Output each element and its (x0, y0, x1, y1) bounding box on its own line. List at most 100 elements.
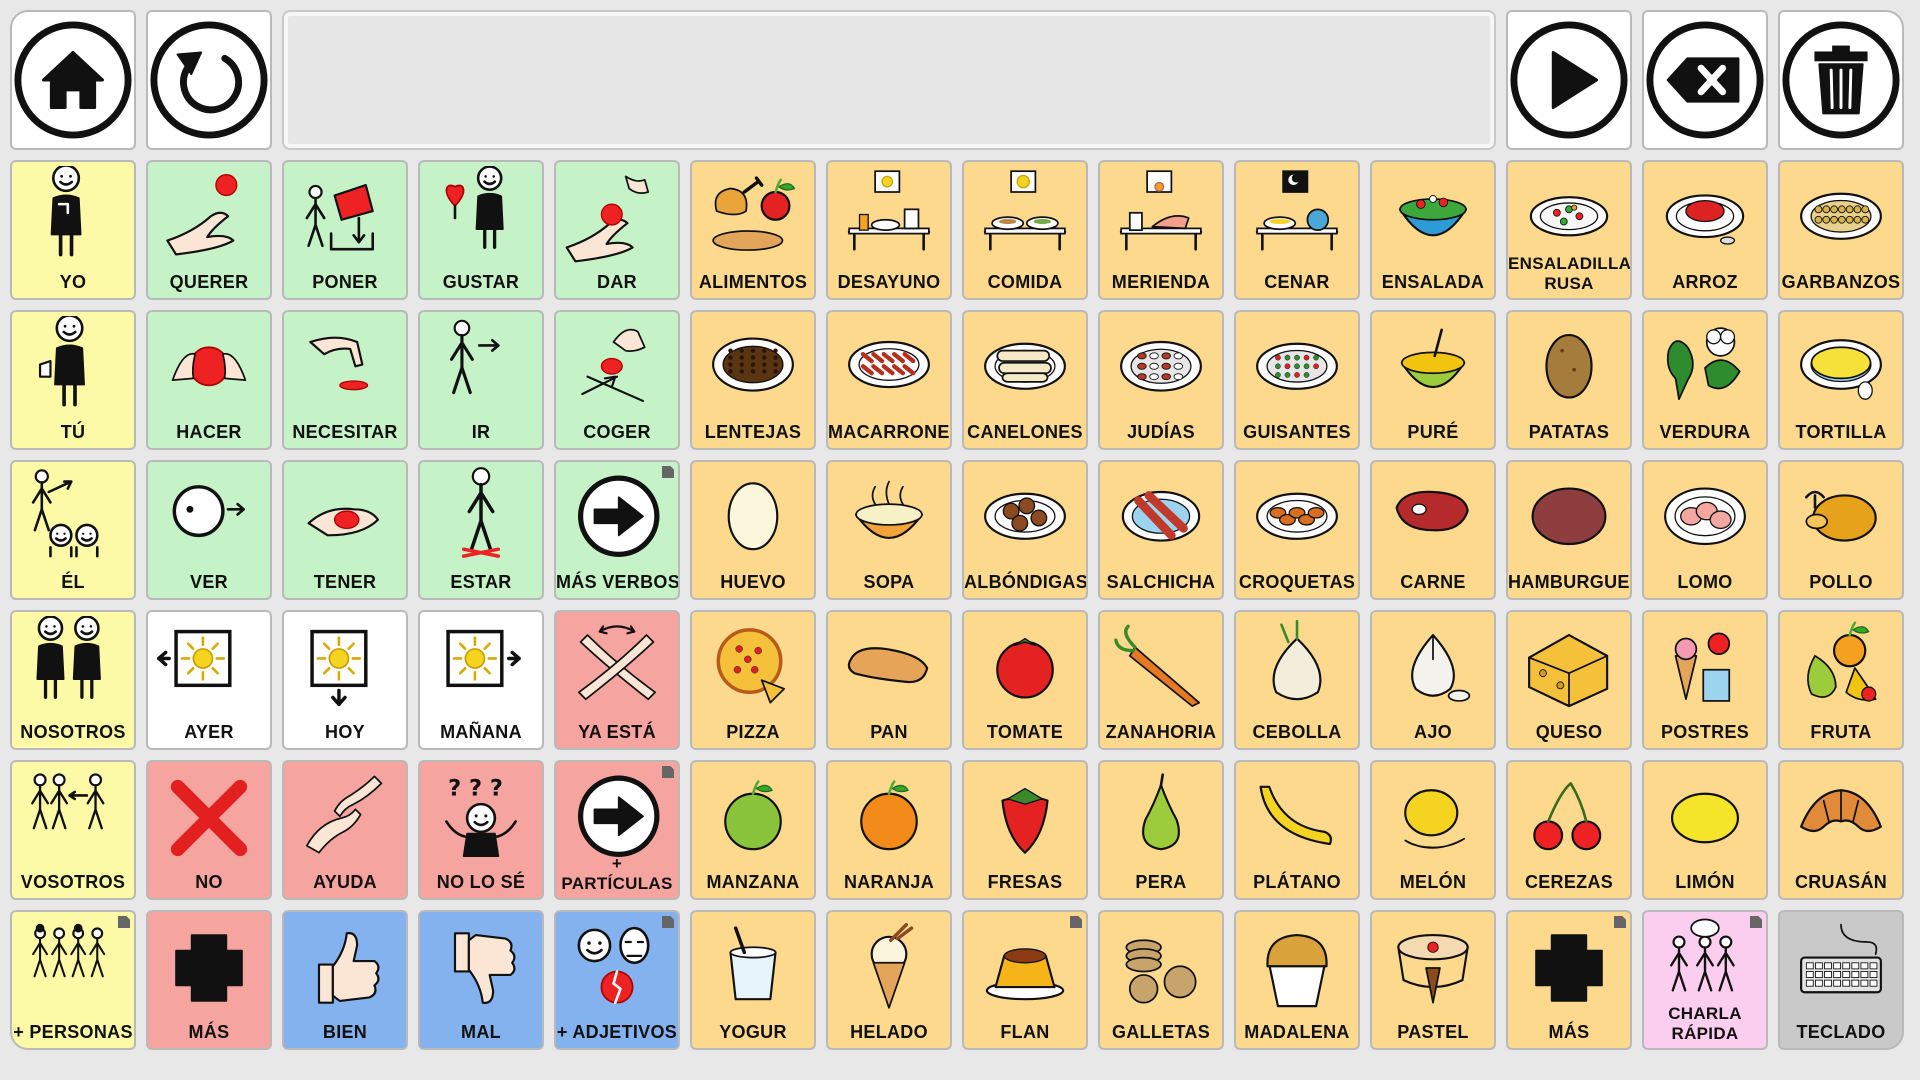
cell-hacer[interactable]: HACER (146, 310, 272, 450)
cell-patatas[interactable]: PATATAS (1506, 310, 1632, 450)
cell-comida[interactable]: COMIDA (962, 160, 1088, 300)
cell-tortilla[interactable]: TORTILLA (1778, 310, 1904, 450)
cell-cruasan[interactable]: CRUASÁN (1778, 760, 1904, 900)
cell-galletas[interactable]: GALLETAS (1098, 910, 1224, 1050)
cell-ya-esta[interactable]: YA ESTÁ (554, 610, 680, 750)
cell-pollo[interactable]: POLLO (1778, 460, 1904, 600)
cell-huevo[interactable]: HUEVO (690, 460, 816, 600)
cell-desayuno[interactable]: DESAYUNO (826, 160, 952, 300)
cell-cebolla[interactable]: CEBOLLA (1234, 610, 1360, 750)
cell-alimentos[interactable]: ALIMENTOS (690, 160, 816, 300)
cell-nosotros[interactable]: NOSOTROS (10, 610, 136, 750)
clear-button[interactable] (1778, 10, 1904, 150)
cell-postres[interactable]: POSTRES (1642, 610, 1768, 750)
cell-helado[interactable]: HELADO (826, 910, 952, 1050)
cell-necesitar[interactable]: NECESITAR (282, 310, 408, 450)
cell-naranja[interactable]: NARANJA (826, 760, 952, 900)
cell-merienda[interactable]: MERIENDA (1098, 160, 1224, 300)
cell-tu[interactable]: TÚ (10, 310, 136, 450)
cell-teclado[interactable]: TECLADO (1778, 910, 1904, 1050)
cell-croquetas[interactable]: CROQUETAS (1234, 460, 1360, 600)
cell-ajo[interactable]: AJO (1370, 610, 1496, 750)
cell-ensaladilla-rusa[interactable]: ENSALADILLA RUSA (1506, 160, 1632, 300)
cell-yo[interactable]: YO (10, 160, 136, 300)
backspace-button[interactable] (1642, 10, 1768, 150)
cell-bien[interactable]: BIEN (282, 910, 408, 1050)
cell-el[interactable]: ÉL (10, 460, 136, 600)
cell-hoy[interactable]: HOY (282, 610, 408, 750)
cell-hamburguesa[interactable]: HAMBURGUESA (1506, 460, 1632, 600)
cell-ayer[interactable]: AYER (146, 610, 272, 750)
see-icon (172, 485, 245, 538)
cell-estar[interactable]: ESTAR (418, 460, 544, 600)
cell-personas[interactable]: + PERSONAS (10, 910, 136, 1050)
cell-manzana[interactable]: MANZANA (690, 760, 816, 900)
cell-tomate[interactable]: TOMATE (962, 610, 1088, 750)
cell-particulas[interactable]: + PARTÍCULAS (554, 760, 680, 900)
cell-label: HACER (176, 422, 242, 442)
cell-gustar[interactable]: GUSTAR (418, 160, 544, 300)
cell-cenar[interactable]: CENAR (1234, 160, 1360, 300)
cell-mas[interactable]: MÁS (1506, 910, 1632, 1050)
cell-coger[interactable]: COGER (554, 310, 680, 450)
cell-pizza[interactable]: PIZZA (690, 610, 816, 750)
cell-ver[interactable]: VER (146, 460, 272, 600)
cell-vosotros[interactable]: VOSOTROS (10, 760, 136, 900)
cell-platano[interactable]: PLÁTANO (1234, 760, 1360, 900)
sentence-bar[interactable] (282, 10, 1496, 150)
cell-no-lo-se[interactable]: ? ? ? NO LO SÉ (418, 760, 544, 900)
cell-canelones[interactable]: CANELONES (962, 310, 1088, 450)
cell-arroz[interactable]: ARROZ (1642, 160, 1768, 300)
cell-pastel[interactable]: PASTEL (1370, 910, 1496, 1050)
undo-button[interactable] (146, 10, 272, 150)
cell-zanahoria[interactable]: ZANAHORIA (1098, 610, 1224, 750)
cell-yogur[interactable]: YOGUR (690, 910, 816, 1050)
cell-label: SALCHICHA (1106, 572, 1216, 592)
cell-no[interactable]: NO (146, 760, 272, 900)
cell-flan[interactable]: FLAN (962, 910, 1088, 1050)
cell-mal[interactable]: MAL (418, 910, 544, 1050)
cell-poner[interactable]: PONER (282, 160, 408, 300)
cell-fruta[interactable]: FRUTA (1778, 610, 1904, 750)
cell-adjetivos[interactable]: + ADJETIVOS (554, 910, 680, 1050)
cell-limon[interactable]: LIMÓN (1642, 760, 1768, 900)
cell-ensalada[interactable]: ENSALADA (1370, 160, 1496, 300)
cell-macarrones[interactable]: MACARRONES (826, 310, 952, 450)
home-button[interactable] (10, 10, 136, 150)
cell-pan[interactable]: PAN (826, 610, 952, 750)
cell-garbanzos[interactable]: GARBANZOS (1778, 160, 1904, 300)
cell-verdura[interactable]: VERDURA (1642, 310, 1768, 450)
cell-guisantes[interactable]: GUISANTES (1234, 310, 1360, 450)
cell-judias[interactable]: JUDÍAS (1098, 310, 1224, 450)
cell-mas-verbos[interactable]: MÁS VERBOS (554, 460, 680, 600)
cell-ayuda[interactable]: AYUDA (282, 760, 408, 900)
cell-charla-rapida[interactable]: CHARLA RÁPIDA (1642, 910, 1768, 1050)
beans-icon (1120, 340, 1202, 392)
cell-salchicha[interactable]: SALCHICHA (1098, 460, 1224, 600)
cell-label: MERIENDA (1111, 272, 1211, 292)
cell-tener[interactable]: TENER (282, 460, 408, 600)
cell-mas[interactable]: MÁS (146, 910, 272, 1050)
cell-querer[interactable]: QUERER (146, 160, 272, 300)
give-icon (565, 175, 650, 263)
banana-icon (1259, 785, 1332, 846)
cell-ir[interactable]: IR (418, 310, 544, 450)
cell-madalena[interactable]: MADALENA (1234, 910, 1360, 1050)
cell-label: NO LO SÉ (436, 872, 526, 892)
cell-albondigas[interactable]: ALBÓNDIGAS (962, 460, 1088, 600)
speak-button[interactable] (1506, 10, 1632, 150)
cell-lentejas[interactable]: LENTEJAS (690, 310, 816, 450)
cell-queso[interactable]: QUESO (1506, 610, 1632, 750)
person-he-icon (31, 469, 99, 558)
cell-cerezas[interactable]: CEREZAS (1506, 760, 1632, 900)
cell-melon[interactable]: MELÓN (1370, 760, 1496, 900)
cell-label: CENAR (1264, 272, 1330, 292)
cell-carne[interactable]: CARNE (1370, 460, 1496, 600)
cell-manana[interactable]: MAÑANA (418, 610, 544, 750)
cell-pera[interactable]: PERA (1098, 760, 1224, 900)
cell-dar[interactable]: DAR (554, 160, 680, 300)
cell-fresas[interactable]: FRESAS (962, 760, 1088, 900)
cell-sopa[interactable]: SOPA (826, 460, 952, 600)
cell-lomo[interactable]: LOMO (1642, 460, 1768, 600)
cell-pure[interactable]: PURÉ (1370, 310, 1496, 450)
